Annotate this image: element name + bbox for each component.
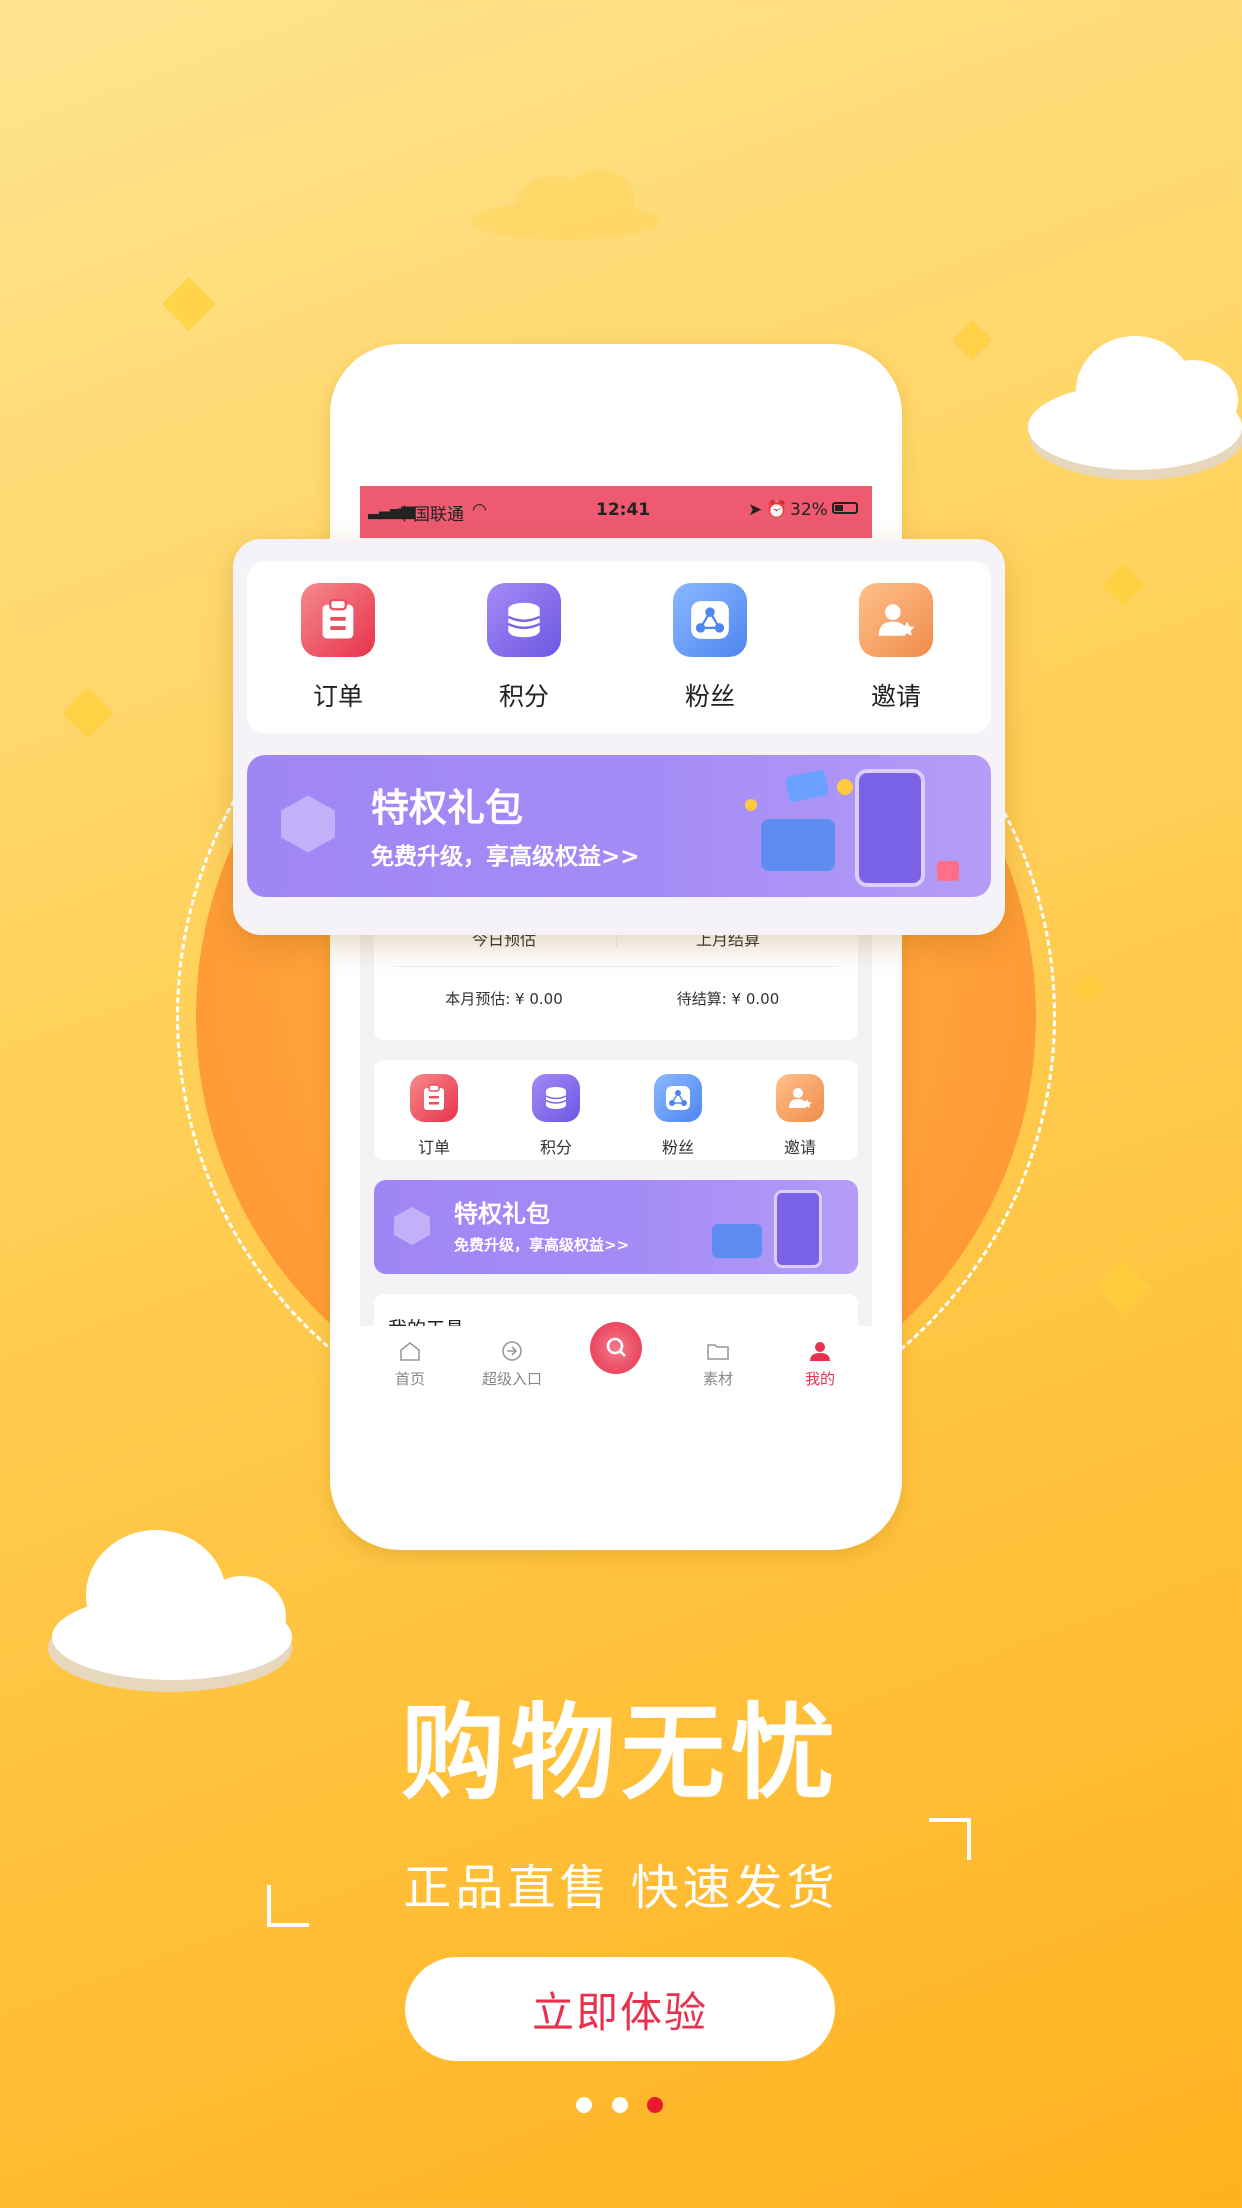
pager-dot[interactable] xyxy=(612,2097,628,2113)
tab-bar: 首页 超级入口 素材 我的 xyxy=(360,1322,872,1394)
mini-item-label: 邀请 xyxy=(783,1138,816,1157)
earnings-divider xyxy=(394,966,838,967)
mini-item-label: 积分 xyxy=(539,1138,572,1157)
tab-home[interactable]: 首页 xyxy=(360,1326,460,1394)
try-now-button[interactable]: 立即体验 xyxy=(405,1957,835,2061)
mini-icon-card: 订单 积分 粉丝 邀请 xyxy=(374,1060,858,1160)
fans-share-icon[interactable] xyxy=(654,1074,702,1122)
month-estimate: 本月预估: ¥ 0.00 xyxy=(445,990,563,1008)
banner-gift-illustration xyxy=(937,861,959,881)
decor-diamond xyxy=(62,687,114,739)
zoomed-privilege-banner[interactable]: 特权礼包 免费升级，享高级权益>> xyxy=(247,755,991,897)
zoomed-item-label: 积分 xyxy=(498,682,549,711)
home-icon xyxy=(400,1341,420,1361)
decor-cloud-right xyxy=(1028,330,1242,480)
entry-arrow-icon xyxy=(502,1341,522,1361)
decor-corner-bracket xyxy=(267,1885,309,1927)
banner-card-illustration xyxy=(784,769,830,803)
decor-diamond xyxy=(1096,1260,1150,1314)
mini-privilege-banner[interactable]: 特权礼包 免费升级，享高级权益>> xyxy=(374,1180,858,1274)
zoomed-icon-row: 订单 积分 粉丝 邀请 xyxy=(247,561,991,733)
banner-phone-illustration xyxy=(774,1190,822,1268)
banner-wallet-illustration xyxy=(761,819,835,871)
decor-diamond xyxy=(952,320,992,360)
order-clipboard-icon[interactable] xyxy=(301,583,375,657)
tab-label: 超级入口 xyxy=(481,1370,542,1388)
pager-dot[interactable] xyxy=(576,2097,592,2113)
tab-label: 素材 xyxy=(702,1370,733,1388)
hexagon-icon xyxy=(281,795,335,853)
headline: 购物无忧 xyxy=(400,1692,841,1814)
tab-super-entry[interactable]: 超级入口 xyxy=(462,1326,562,1394)
tab-label: 我的 xyxy=(804,1370,835,1388)
zoomed-item-label: 邀请 xyxy=(870,682,921,711)
search-icon xyxy=(590,1322,642,1374)
user-icon xyxy=(810,1342,830,1361)
banner-coin-illustration xyxy=(745,799,757,811)
decor-cloud-faint xyxy=(470,170,660,240)
battery-percent: 32% xyxy=(790,500,828,520)
zoomed-banner-subtitle: 免费升级，享高级权益>> xyxy=(371,844,640,870)
decor-cloud-left xyxy=(48,1530,292,1692)
decor-diamond xyxy=(162,277,216,331)
decor-corner-bracket xyxy=(929,1818,971,1860)
wifi-icon: ◠ xyxy=(472,500,487,520)
banner-wallet-illustration xyxy=(712,1224,762,1258)
mini-item-label: 粉丝 xyxy=(661,1138,694,1157)
zoomed-feature-card: 订单 积分 粉丝 邀请 特权礼包 免费升级，享高级权益>> xyxy=(233,539,1005,935)
status-bar: ▂▃▄▅ 中国联通 ◠ 12:41 ➤ ⏰ 32% xyxy=(360,486,872,538)
tab-search[interactable] xyxy=(566,1322,666,1394)
tab-mine[interactable]: 我的 xyxy=(770,1326,870,1394)
fans-share-icon[interactable] xyxy=(673,583,747,657)
mini-item-label: 订单 xyxy=(417,1138,450,1157)
alarm-icon: ⏰ xyxy=(766,500,788,520)
points-coins-icon[interactable] xyxy=(487,583,561,657)
mini-banner-title: 特权礼包 xyxy=(454,1200,550,1228)
points-coins-icon[interactable] xyxy=(532,1074,580,1122)
order-clipboard-icon[interactable] xyxy=(410,1074,458,1122)
location-icon: ➤ xyxy=(748,500,763,520)
pager-dot-active[interactable] xyxy=(647,2097,663,2113)
pending-settlement: 待结算: ¥ 0.00 xyxy=(676,990,780,1008)
subline: 正品直售 快速发货 xyxy=(403,1860,839,1916)
tab-label: 首页 xyxy=(394,1370,425,1388)
battery-icon xyxy=(832,502,858,514)
banner-phone-illustration xyxy=(855,769,925,887)
invite-user-icon[interactable] xyxy=(776,1074,824,1122)
decor-diamond xyxy=(1101,563,1145,607)
carrier-label: 中国联通 xyxy=(396,505,464,525)
banner-coin-illustration xyxy=(837,779,853,795)
zoomed-banner-title: 特权礼包 xyxy=(371,786,524,830)
status-time: 12:41 xyxy=(596,500,651,520)
folder-icon xyxy=(707,1344,729,1360)
zoomed-item-label: 订单 xyxy=(312,682,363,711)
zoomed-item-label: 粉丝 xyxy=(684,682,735,711)
invite-user-icon[interactable] xyxy=(859,583,933,657)
decor-diamond xyxy=(1073,973,1105,1005)
mini-banner-subtitle: 免费升级，享高级权益>> xyxy=(454,1236,630,1254)
hexagon-icon xyxy=(394,1207,430,1245)
tab-materials[interactable]: 素材 xyxy=(668,1326,768,1394)
